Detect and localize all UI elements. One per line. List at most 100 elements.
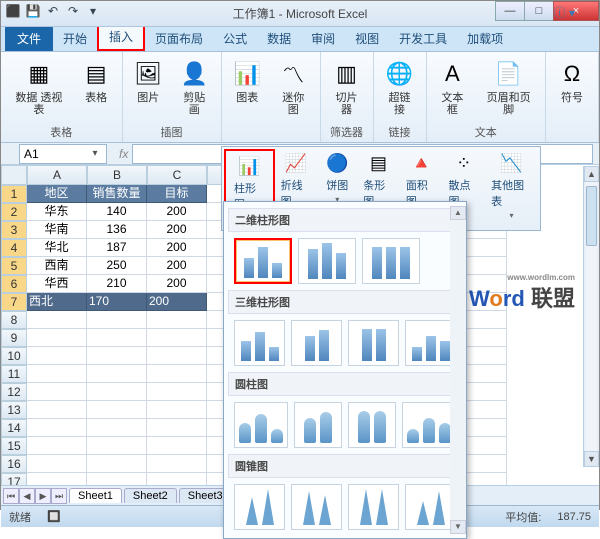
cell[interactable]: 华北 xyxy=(27,239,87,257)
tab-data[interactable]: 数据 xyxy=(257,26,301,51)
cell[interactable]: 210 xyxy=(87,275,147,293)
column-3d[interactable] xyxy=(405,320,456,366)
row-header[interactable]: 16 xyxy=(1,455,27,473)
slicer-button[interactable]: ▥ 切片器 xyxy=(327,56,367,118)
cell[interactable] xyxy=(147,437,207,455)
pivot-table-button[interactable]: ▦ 数据 透视表 xyxy=(7,56,71,118)
percent-stacked-column-3d[interactable] xyxy=(348,320,399,366)
cell[interactable] xyxy=(87,401,147,419)
scroll-down-button[interactable]: ▼ xyxy=(584,451,599,467)
cell[interactable] xyxy=(27,365,87,383)
row-header[interactable]: 7 xyxy=(1,293,27,311)
cell[interactable] xyxy=(27,455,87,473)
table-button[interactable]: ▤ 表格 xyxy=(77,56,116,106)
picture-button[interactable]: 🖼 图片 xyxy=(129,56,169,106)
clustered-cylinder[interactable] xyxy=(234,402,288,448)
charts-button[interactable]: 📊 图表 xyxy=(228,56,268,106)
cell[interactable]: 200 xyxy=(147,275,207,293)
minimize-button[interactable]: — xyxy=(495,1,525,21)
cell[interactable] xyxy=(147,329,207,347)
tab-view[interactable]: 视图 xyxy=(345,26,389,51)
cell[interactable]: 140 xyxy=(87,203,147,221)
cell[interactable] xyxy=(87,383,147,401)
cell[interactable]: 200 xyxy=(147,257,207,275)
hyperlink-button[interactable]: 🌐 超链接 xyxy=(380,56,420,118)
fx-icon[interactable]: fx xyxy=(119,147,128,161)
sheet-prev-icon[interactable]: ◀ xyxy=(19,488,35,504)
cell[interactable] xyxy=(27,383,87,401)
cell[interactable] xyxy=(27,419,87,437)
scroll-up-button[interactable]: ▲ xyxy=(584,166,599,182)
row-header[interactable]: 1 xyxy=(1,185,27,203)
row-header[interactable]: 17 xyxy=(1,473,27,485)
cell[interactable] xyxy=(147,311,207,329)
cell[interactable] xyxy=(27,347,87,365)
row-header[interactable]: 4 xyxy=(1,239,27,257)
tab-review[interactable]: 审阅 xyxy=(301,26,345,51)
row-header[interactable]: 15 xyxy=(1,437,27,455)
cell[interactable] xyxy=(147,365,207,383)
sheet-last-icon[interactable]: ⏭ xyxy=(51,488,67,504)
cell[interactable] xyxy=(87,419,147,437)
tab-file[interactable]: 文件 xyxy=(5,26,53,51)
scroll-down-icon[interactable]: ▼ xyxy=(450,520,466,534)
clustered-column-3d[interactable] xyxy=(234,320,285,366)
cell[interactable] xyxy=(147,401,207,419)
scroll-thumb[interactable] xyxy=(586,186,597,246)
row-header[interactable]: 5 xyxy=(1,257,27,275)
maximize-button[interactable]: □ xyxy=(524,1,554,21)
row-header[interactable]: 14 xyxy=(1,419,27,437)
cylinder-3d[interactable] xyxy=(402,402,456,448)
col-header[interactable]: C xyxy=(147,165,207,185)
col-header[interactable]: B xyxy=(87,165,147,185)
percent-stacked-cylinder[interactable] xyxy=(348,402,396,448)
clipart-button[interactable]: 👤 剪贴画 xyxy=(174,56,215,118)
cell[interactable]: 华南 xyxy=(27,221,87,239)
cell[interactable] xyxy=(87,455,147,473)
row-header[interactable]: 9 xyxy=(1,329,27,347)
vertical-scrollbar[interactable]: ▲ ▼ xyxy=(583,166,599,467)
cell[interactable]: 西北 xyxy=(27,293,87,311)
cell[interactable]: 200 xyxy=(147,203,207,221)
textbox-button[interactable]: A 文本框 xyxy=(433,56,473,118)
cell[interactable]: 187 xyxy=(87,239,147,257)
cell[interactable]: 170 xyxy=(87,293,147,311)
cell[interactable]: 200 xyxy=(147,239,207,257)
sheet-tab-2[interactable]: Sheet2 xyxy=(124,488,177,503)
cell[interactable] xyxy=(27,401,87,419)
percent-stacked-column-2d[interactable] xyxy=(362,238,420,284)
cell[interactable] xyxy=(27,473,87,485)
sheet-tab-1[interactable]: Sheet1 xyxy=(69,488,122,503)
tab-formula[interactable]: 公式 xyxy=(213,26,257,51)
cell[interactable] xyxy=(147,419,207,437)
cell[interactable] xyxy=(147,347,207,365)
cell[interactable] xyxy=(27,311,87,329)
cell[interactable]: 目标 xyxy=(147,185,207,203)
cell[interactable]: 200 xyxy=(147,293,207,311)
cell[interactable] xyxy=(87,311,147,329)
stacked-cylinder[interactable] xyxy=(294,402,342,448)
cell[interactable] xyxy=(147,473,207,485)
cell[interactable]: 250 xyxy=(87,257,147,275)
name-box-dropdown-icon[interactable]: ▾ xyxy=(88,148,102,159)
cell[interactable] xyxy=(87,365,147,383)
help-icon[interactable]: ⓘ ▾ xyxy=(554,4,575,21)
stacked-column-2d[interactable] xyxy=(298,238,356,284)
clustered-cone[interactable] xyxy=(234,484,285,530)
menu-scrollbar[interactable]: ▲ ▼ xyxy=(450,206,466,534)
save-icon[interactable]: 💾 xyxy=(25,4,41,20)
cell[interactable]: 西南 xyxy=(27,257,87,275)
cell[interactable]: 华东 xyxy=(27,203,87,221)
other-chart-button[interactable]: 📉 其他图表▾ xyxy=(485,149,538,228)
cell[interactable]: 200 xyxy=(147,221,207,239)
percent-stacked-cone[interactable] xyxy=(348,484,399,530)
undo-icon[interactable]: ↶ xyxy=(45,4,61,20)
scroll-up-icon[interactable]: ▲ xyxy=(450,206,466,220)
qat-customize-icon[interactable]: ▾ xyxy=(85,4,101,20)
tab-home[interactable]: 开始 xyxy=(53,26,97,51)
sheet-first-icon[interactable]: ⏮ xyxy=(3,488,19,504)
tab-addin[interactable]: 加载项 xyxy=(457,26,513,51)
row-header[interactable]: 11 xyxy=(1,365,27,383)
cell[interactable] xyxy=(27,437,87,455)
cell[interactable] xyxy=(87,329,147,347)
